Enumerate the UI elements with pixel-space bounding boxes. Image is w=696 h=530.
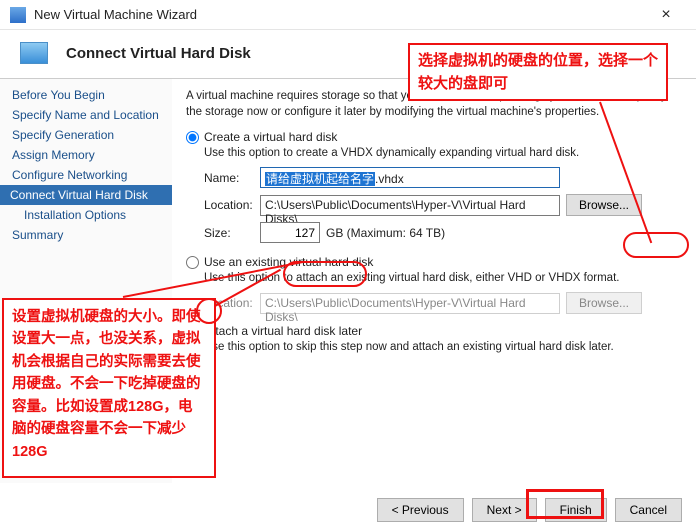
sidebar-item-before-you-begin[interactable]: Before You Begin — [0, 85, 172, 105]
header-icon — [20, 42, 48, 64]
name-input[interactable]: 请给虚拟机起给名字.vhdx — [260, 167, 560, 188]
window-title: New Virtual Machine Wizard — [34, 7, 646, 22]
titlebar: New Virtual Machine Wizard × — [0, 0, 696, 30]
annotation-box-location: 选择虚拟机的硬盘的位置，选择一个较大的盘即可 — [408, 43, 668, 101]
sidebar-item-specify-name[interactable]: Specify Name and Location — [0, 105, 172, 125]
sidebar-item-connect-vhd[interactable]: Connect Virtual Hard Disk — [0, 185, 172, 205]
browse-button[interactable]: Browse... — [566, 194, 642, 216]
annotation-box-size: 设置虚拟机硬盘的大小。即使设置大一点，也没关系，虚拟机会根据自己的实际需要去使用… — [2, 298, 216, 478]
annotation-box-next — [526, 489, 604, 519]
name-label: Name: — [204, 171, 260, 185]
size-input[interactable] — [260, 222, 320, 243]
existing-browse-button: Browse... — [566, 292, 642, 314]
option-existing-desc: Use this option to attach an existing vi… — [204, 272, 682, 284]
sidebar-item-configure-networking[interactable]: Configure Networking — [0, 165, 172, 185]
radio-create-vhd[interactable] — [186, 131, 199, 144]
radio-use-existing[interactable] — [186, 256, 199, 269]
size-unit: GB (Maximum: 64 TB) — [326, 226, 445, 240]
option-create-desc: Use this option to create a VHDX dynamic… — [204, 147, 682, 159]
wizard-icon — [10, 7, 26, 23]
option-later-desc: Use this option to skip this step now an… — [204, 341, 682, 353]
cancel-button[interactable]: Cancel — [615, 498, 682, 522]
annotation-ring-browse — [623, 232, 689, 258]
option-create-vhd: Create a virtual hard disk Use this opti… — [186, 130, 682, 243]
location-input[interactable]: C:\Users\Public\Documents\Hyper-V\Virtua… — [260, 195, 560, 216]
location-label: Location: — [204, 198, 260, 212]
close-button[interactable]: × — [646, 6, 686, 24]
page-title: Connect Virtual Hard Disk — [66, 45, 251, 62]
size-label: Size: — [204, 226, 260, 240]
option-later-label: Attach a virtual hard disk later — [204, 324, 362, 338]
sidebar-item-specify-generation[interactable]: Specify Generation — [0, 125, 172, 145]
option-attach-later: Attach a virtual hard disk later Use thi… — [186, 324, 682, 353]
sidebar-item-summary[interactable]: Summary — [0, 225, 172, 245]
sidebar-item-assign-memory[interactable]: Assign Memory — [0, 145, 172, 165]
option-create-label: Create a virtual hard disk — [204, 130, 337, 144]
existing-location-input: C:\Users\Public\Documents\Hyper-V\Virtua… — [260, 293, 560, 314]
sidebar-item-installation-options[interactable]: Installation Options — [0, 205, 172, 225]
previous-button[interactable]: < Previous — [377, 498, 464, 522]
content-pane: A virtual machine requires storage so th… — [172, 79, 696, 483]
option-use-existing: Use an existing virtual hard disk Use th… — [186, 255, 682, 314]
annotation-ring-size — [283, 261, 367, 287]
